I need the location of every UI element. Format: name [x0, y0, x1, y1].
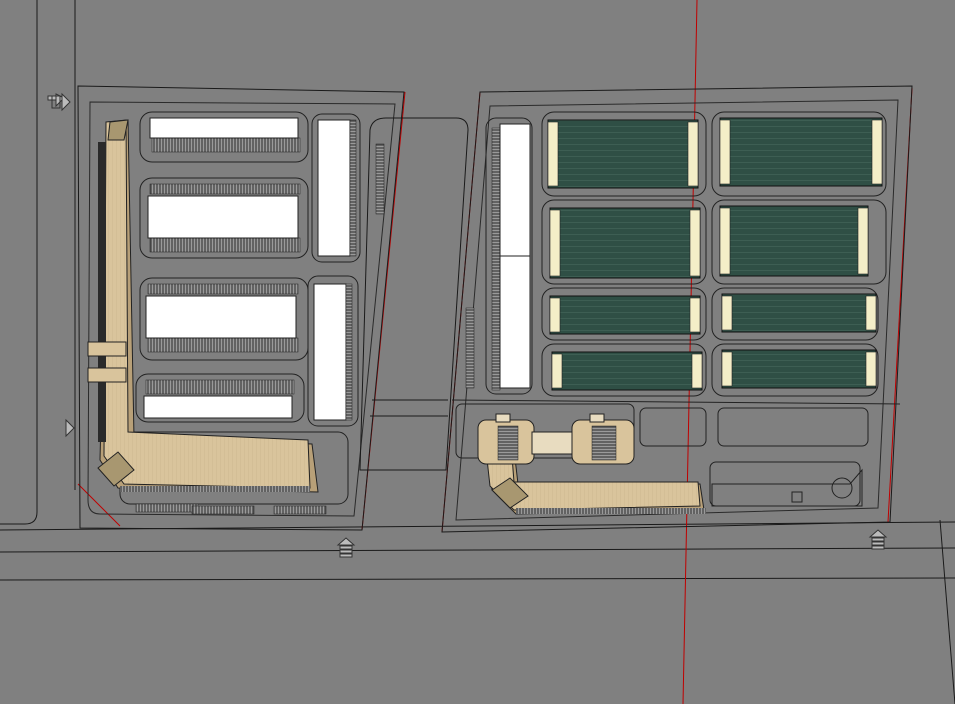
- dark-building-8: [721, 349, 877, 389]
- end-cap: [549, 297, 561, 333]
- end-cap: [549, 209, 561, 277]
- dark-building-5: [549, 295, 701, 335]
- white-row-building-4: [143, 395, 293, 419]
- l-building-bridge: [87, 341, 127, 357]
- dark-building-3: [549, 207, 701, 279]
- parking-hatch: [149, 237, 301, 253]
- l-building-tower-north: [107, 119, 129, 141]
- end-cap: [719, 119, 731, 185]
- end-cap: [865, 295, 877, 331]
- site-plan-canvas: [0, 0, 955, 704]
- parking-hatch: [147, 337, 299, 353]
- dark-building-2: [719, 117, 883, 187]
- end-cap: [547, 121, 559, 187]
- end-cap: [551, 353, 563, 389]
- east-complex-link: [531, 431, 575, 455]
- white-row-building-1: [149, 117, 299, 139]
- dark-building-7: [551, 351, 703, 391]
- white-row-building-2: [147, 195, 299, 239]
- end-cap: [857, 207, 869, 275]
- site-plan: [0, 0, 955, 704]
- end-cap: [687, 121, 699, 187]
- dark-building-4: [719, 205, 869, 277]
- end-cap: [689, 297, 701, 333]
- parking-hatch: [145, 379, 295, 395]
- white-block-vertical-2: [313, 283, 347, 421]
- dark-building-1: [547, 119, 699, 189]
- parking-strip: [375, 143, 385, 215]
- end-cap: [871, 119, 883, 185]
- parking-hatch: [151, 137, 301, 153]
- white-block-vertical-1: [317, 119, 351, 257]
- end-cap: [691, 353, 703, 389]
- white-row-building-3: [145, 295, 297, 339]
- dark-building-6: [721, 293, 877, 333]
- end-cap: [865, 351, 877, 387]
- end-cap: [719, 207, 731, 275]
- end-cap: [721, 295, 733, 331]
- end-cap: [689, 209, 701, 277]
- end-cap: [721, 351, 733, 387]
